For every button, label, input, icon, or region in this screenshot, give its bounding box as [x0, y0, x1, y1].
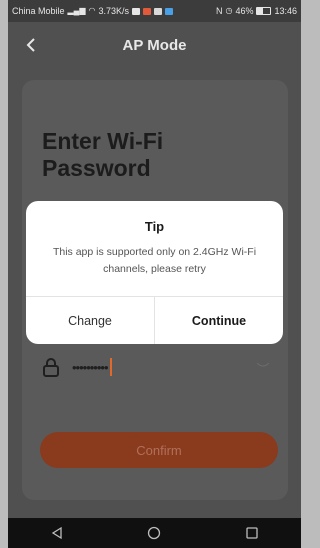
status-left: China Mobile ▂▄▆ ◠ 3.73K/s — [12, 6, 174, 16]
text-cursor — [109, 358, 112, 376]
triangle-back-icon — [51, 526, 62, 540]
mail-icon — [132, 7, 141, 15]
circle-home-icon — [148, 526, 161, 540]
confirm-button[interactable]: Confirm — [40, 432, 278, 468]
battery-icon — [256, 7, 272, 15]
app-notification-icon — [143, 7, 152, 15]
password-field[interactable]: •••••••••• — [40, 352, 274, 382]
nfc-icon: N — [215, 6, 223, 16]
signal-icon: ▂▄▆ — [67, 6, 86, 15]
tip-dialog: Tip This app is supported only on 2.4GHz… — [26, 201, 283, 344]
alarm-icon: ◷ — [225, 6, 233, 15]
wifi-icon: ◠ — [88, 6, 96, 15]
message-icon — [154, 7, 163, 15]
password-value: •••••••••• — [72, 359, 109, 375]
form-heading: Enter Wi-Fi Password — [42, 128, 164, 181]
battery-percent: 46% — [235, 6, 254, 16]
eye-closed-icon[interactable] — [256, 361, 270, 369]
lock-icon — [43, 358, 59, 377]
square-recents-icon — [246, 527, 258, 539]
phone-screen: China Mobile ▂▄▆ ◠ 3.73K/s N ◷ 46% 13:46… — [8, 0, 301, 548]
nav-recents-button[interactable] — [232, 521, 272, 545]
dialog-message: This app is supported only on 2.4GHz Wi-… — [52, 246, 257, 275]
top-navbar: AP Mode — [8, 22, 301, 68]
continue-button[interactable]: Continue — [155, 297, 283, 344]
carrier-label: China Mobile — [12, 6, 65, 16]
status-right: N ◷ 46% 13:46 — [216, 6, 297, 16]
page-title: AP Mode — [122, 37, 187, 54]
system-nav-bar — [8, 518, 301, 548]
dialog-title: Tip — [144, 219, 165, 234]
app-icon — [165, 7, 174, 15]
clock: 13:46 — [274, 6, 297, 16]
change-button[interactable]: Change — [26, 297, 154, 344]
status-bar: China Mobile ▂▄▆ ◠ 3.73K/s N ◷ 46% 13:46 — [8, 0, 301, 22]
network-speed: 3.73K/s — [98, 6, 130, 16]
nav-back-button[interactable] — [37, 521, 77, 545]
nav-home-button[interactable] — [134, 521, 174, 545]
